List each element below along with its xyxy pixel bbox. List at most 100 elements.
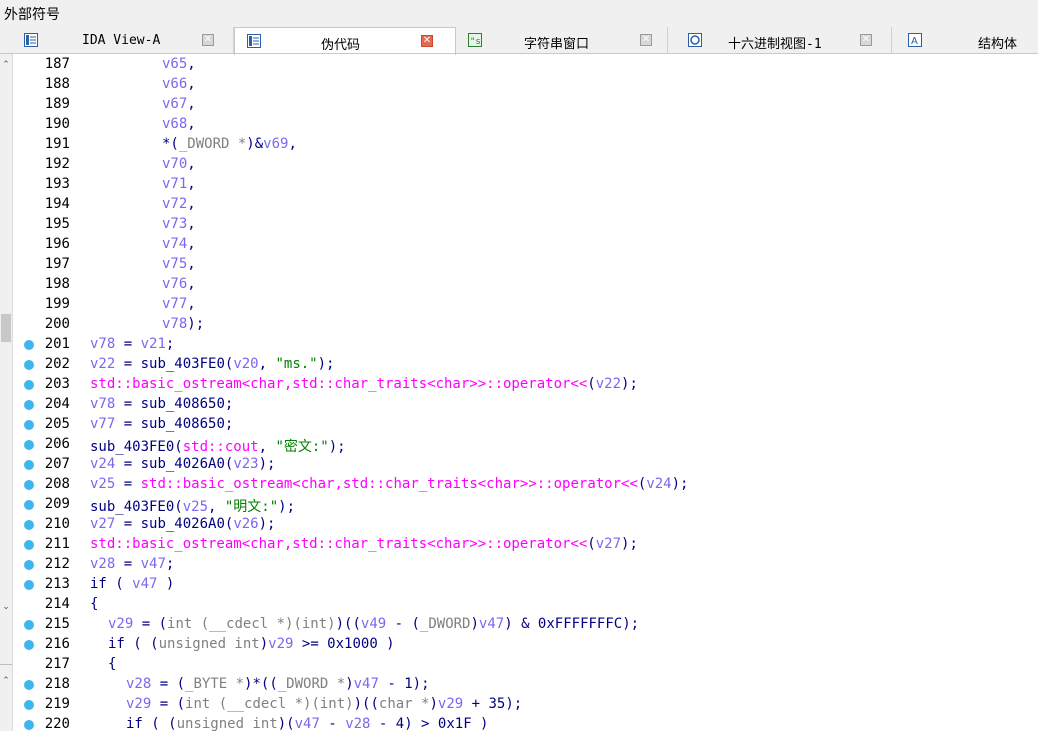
breakpoint-dot-icon[interactable] [24,720,34,730]
code-variable[interactable]: v27 [90,516,115,532]
pseudocode-view[interactable]: 187 v65, 188 v66, 189 v67, 190 v68, 191 *(_DWORD … [12,55,1038,731]
code-line[interactable]: 203 std::basic_ostream<char,std::char_tra… [12,375,1038,395]
code-variable[interactable]: v75 [162,256,187,272]
code-line[interactable]: 193 v71, [12,175,1038,195]
code-variable[interactable]: v29 [108,616,133,632]
code-variable[interactable]: v77 [90,416,115,432]
code-line[interactable]: 204 v78 = sub_408650; [12,395,1038,415]
code-variable[interactable]: v47 [295,716,320,731]
breakpoint-dot-icon[interactable] [24,680,34,690]
code-variable[interactable]: v73 [162,216,187,232]
code-line[interactable]: 200 v78); [12,315,1038,335]
breakpoint-dot-icon[interactable] [24,560,34,570]
code-line[interactable]: 196 v74, [12,235,1038,255]
code-variable[interactable]: v74 [162,236,187,252]
breakpoint-dot-icon[interactable] [24,360,34,370]
code-library-call[interactable]: std::basic_ostream<char,std::char_traits… [90,536,587,552]
code-variable[interactable]: v47 [132,576,157,592]
tab-hex-view[interactable]: 十六进制视图-1 ✕ [668,27,892,53]
breakpoint-dot-icon[interactable] [24,640,34,650]
code-line[interactable]: 197 v75, [12,255,1038,275]
chevron-up-icon[interactable]: ⌃ [1,60,11,70]
code-variable[interactable]: v25 [183,499,208,515]
breakpoint-dot-icon[interactable] [24,440,34,450]
code-line[interactable]: 202 v22 = sub_403FE0(v20, "ms."); [12,355,1038,375]
tab-pseudocode[interactable]: 伪代码 ✕ [234,27,456,55]
code-line[interactable]: 194 v72, [12,195,1038,215]
code-variable[interactable]: v47 [141,556,166,572]
breakpoint-dot-icon[interactable] [24,580,34,590]
code-line[interactable]: 210 v27 = sub_4026A0(v26); [12,515,1038,535]
breakpoint-dot-icon[interactable] [24,460,34,470]
code-variable[interactable]: v24 [646,476,671,492]
code-line[interactable]: 205 v77 = sub_408650; [12,415,1038,435]
close-icon[interactable]: ✕ [202,34,214,46]
code-variable[interactable]: v27 [596,536,621,552]
code-line[interactable]: 218 v28 = (_BYTE *)*((_DWORD *)v47 - 1); [12,675,1038,695]
code-line[interactable]: 187 v65, [12,55,1038,75]
tab-ida-view-a[interactable]: IDA View-A ✕ [12,27,234,53]
code-line[interactable]: 206 sub_403FE0(std::cout, "密文:"); [12,435,1038,455]
code-variable[interactable]: v28 [126,676,151,692]
code-line[interactable]: 190 v68, [12,115,1038,135]
code-variable[interactable]: v47 [354,676,379,692]
breakpoint-dot-icon[interactable] [24,340,34,350]
breakpoint-dot-icon[interactable] [24,520,34,530]
code-variable[interactable]: v26 [233,516,258,532]
code-variable[interactable]: v78 [90,396,115,412]
code-variable[interactable]: v72 [162,196,187,212]
code-line[interactable]: 216 if ( (unsigned int)v29 >= 0x1000 ) [12,635,1038,655]
code-line[interactable]: 188 v66, [12,75,1038,95]
code-line[interactable]: 199 v77, [12,295,1038,315]
scrollbar-thumb[interactable] [1,314,11,342]
close-icon[interactable]: ✕ [860,34,872,46]
code-variable[interactable]: v67 [162,96,187,112]
code-variable[interactable]: v20 [233,356,258,372]
code-variable[interactable]: v25 [90,476,115,492]
code-variable[interactable]: v21 [141,336,166,352]
code-variable[interactable]: v68 [162,116,187,132]
code-variable[interactable]: v65 [162,56,187,72]
code-line[interactable]: 189 v67, [12,95,1038,115]
breakpoint-dot-icon[interactable] [24,500,34,510]
code-line[interactable]: 217 { [12,655,1038,675]
code-line[interactable]: 213 if ( v47 ) [12,575,1038,595]
code-line[interactable]: 211 std::basic_ostream<char,std::char_tra… [12,535,1038,555]
code-variable[interactable]: v28 [90,556,115,572]
code-line[interactable]: 214 { [12,595,1038,615]
code-line[interactable]: 201 v78 = v21; [12,335,1038,355]
code-variable[interactable]: v71 [162,176,187,192]
code-variable[interactable]: v47 [479,616,504,632]
code-library-call[interactable]: std::basic_ostream<char,std::char_traits… [90,376,587,392]
code-variable[interactable]: v29 [438,696,463,712]
tab-strings[interactable]: "s 字符串窗口 ✕ [456,27,668,53]
code-library-call[interactable]: std::basic_ostream<char,std::char_traits… [141,476,638,492]
code-variable[interactable]: v22 [90,356,115,372]
breakpoint-dot-icon[interactable] [24,620,34,630]
code-line[interactable]: 212 v28 = v47; [12,555,1038,575]
code-variable[interactable]: v49 [361,616,386,632]
breakpoint-dot-icon[interactable] [24,420,34,430]
code-variable[interactable]: v29 [268,636,293,652]
code-library-call[interactable]: std::cout [183,439,259,455]
code-line[interactable]: 195 v73, [12,215,1038,235]
code-variable[interactable]: v69 [263,136,288,152]
close-icon[interactable]: ✕ [421,35,433,47]
code-line[interactable]: 208 v25 = std::basic_ostream<char,std::ch… [12,475,1038,495]
code-variable[interactable]: v78 [162,316,187,332]
breakpoint-dot-icon[interactable] [24,400,34,410]
code-line[interactable]: 207 v24 = sub_4026A0(v23); [12,455,1038,475]
code-line[interactable]: 219 v29 = (int (__cdecl *)(int))((char *)… [12,695,1038,715]
code-line[interactable]: 192 v70, [12,155,1038,175]
code-line[interactable]: 215 v29 = (int (__cdecl *)(int))((v49 - (… [12,615,1038,635]
breakpoint-dot-icon[interactable] [24,380,34,390]
chevron-up-icon[interactable]: ⌃ [1,676,11,686]
breakpoint-dot-icon[interactable] [24,700,34,710]
code-variable[interactable]: v77 [162,296,187,312]
code-variable[interactable]: v24 [90,456,115,472]
code-line[interactable]: 209 sub_403FE0(v25, "明文:"); [12,495,1038,515]
code-variable[interactable]: v23 [233,456,258,472]
code-variable[interactable]: v70 [162,156,187,172]
code-variable[interactable]: v78 [90,336,115,352]
chevron-down-icon[interactable]: ⌄ [1,602,11,612]
